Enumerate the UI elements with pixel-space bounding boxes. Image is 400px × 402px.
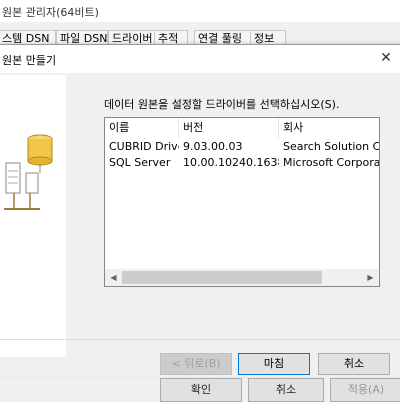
bg-window-title-bar: 원본 관리자(64비트) (0, 0, 400, 22)
table-row[interactable]: CUBRID Driver 9.03.00.03 Search Solution… (105, 139, 380, 155)
wizard-illustration (0, 75, 66, 357)
cancel-button[interactable]: 취소 (318, 353, 390, 375)
bg-ok-button[interactable]: 확인 (160, 378, 242, 402)
dialog-separator (0, 339, 400, 340)
horizontal-scrollbar[interactable]: ◀ ▶ (105, 269, 379, 286)
column-header-name[interactable]: 이름 (105, 118, 179, 138)
dialog-title-bar: 원본 만들기 ✕ (0, 45, 400, 73)
driver-version: 9.03.00.03 (183, 140, 243, 153)
driver-version: 10.00.10240.16384 (183, 156, 279, 169)
driver-prompt: 데이터 원본을 설정할 드라이버를 선택하십시오(S). (104, 98, 340, 111)
bg-apply-button[interactable]: 적용(A) (330, 378, 400, 402)
create-data-source-dialog: 원본 만들기 ✕ 데이터 원본을 설정할 드라이버를 선택하십시오(S). 이름… (0, 44, 400, 377)
column-header-version[interactable]: 버전 (179, 118, 279, 138)
driver-list[interactable]: 이름 버전 회사 CUBRID Driver 9.03.00.03 Search… (104, 117, 380, 287)
driver-name: CUBRID Driver (109, 140, 179, 153)
table-row[interactable]: SQL Server 10.00.10240.16384 Microsoft C… (105, 155, 380, 171)
bg-cancel-button[interactable]: 취소 (248, 378, 324, 402)
column-header-company[interactable]: 회사 (279, 118, 379, 138)
scroll-right-icon[interactable]: ▶ (362, 269, 379, 286)
close-icon[interactable]: ✕ (378, 50, 394, 66)
scroll-left-icon[interactable]: ◀ (105, 269, 122, 286)
driver-name: SQL Server (109, 156, 171, 169)
driver-company: Microsoft Corporation (283, 156, 380, 169)
bg-window-title: 원본 관리자(64비트) (2, 6, 99, 19)
finish-button[interactable]: 마침 (238, 353, 310, 375)
list-header: 이름 버전 회사 (105, 118, 379, 138)
database-icon (4, 134, 53, 210)
back-button[interactable]: < 뒤로(B) (160, 353, 232, 375)
dialog-title: 원본 만들기 (2, 54, 57, 67)
scroll-thumb[interactable] (122, 271, 322, 284)
driver-company: Search Solution Corp (283, 140, 380, 153)
